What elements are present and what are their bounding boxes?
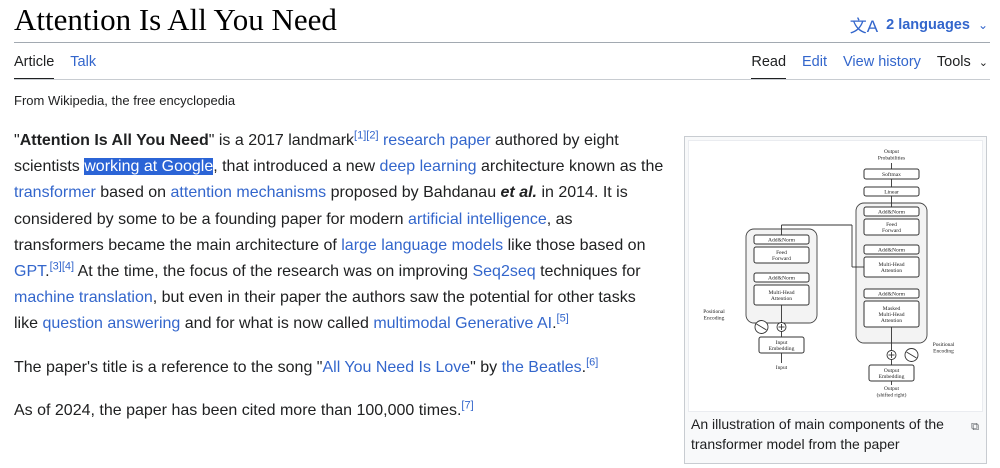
reference-link[interactable]: [7] <box>461 400 473 412</box>
tab-read[interactable]: Read <box>751 54 787 80</box>
link-research-paper[interactable]: research paper <box>383 132 491 149</box>
text: proposed by Bahdanau <box>326 184 501 202</box>
linear-box-label: Linear <box>884 190 899 196</box>
reference-link[interactable]: [6] <box>586 356 598 368</box>
multi-head-attention-box-label: Attention <box>771 296 792 302</box>
input-embedding-box-label: Input <box>776 340 788 346</box>
text: based on <box>95 184 171 202</box>
reference-link[interactable]: [3] <box>50 261 62 273</box>
tools-menu[interactable]: Tools ⌄ <box>937 54 988 80</box>
text: The paper's title is a reference to the … <box>14 358 323 376</box>
text: architecture known as the <box>476 158 664 176</box>
link-gpt[interactable]: GPT <box>14 263 45 280</box>
link-artificial-intelligence[interactable]: artificial intelligence <box>408 211 547 228</box>
figure-caption: An illustration of main components of th… <box>688 412 983 454</box>
chevron-down-icon: ⌄ <box>977 17 988 32</box>
feed-forward-box-label: Forward <box>882 228 901 234</box>
add-norm-box-label: Add&Norm <box>768 238 796 244</box>
masked-attention-box-label: Multi-Head <box>878 312 904 318</box>
link-question-answering[interactable]: question answering <box>42 315 180 332</box>
link-machine-translation[interactable]: machine translation <box>14 289 153 306</box>
link-transformer[interactable]: transformer <box>14 184 96 201</box>
article-body: "Attention Is All You Need" is a 2017 la… <box>14 128 664 441</box>
feed-forward-box-label: Forward <box>772 256 791 262</box>
input-embedding-box-label: Embedding <box>769 346 795 352</box>
link-multimodal-generative-ai[interactable]: multimodal Generative AI <box>373 315 552 332</box>
text: and for what is now called <box>180 315 374 333</box>
tab-view-history[interactable]: View history <box>843 54 921 80</box>
text: like those based on <box>503 236 646 254</box>
reference-link[interactable]: [4] <box>62 261 74 273</box>
tab-talk[interactable]: Talk <box>70 54 96 80</box>
paragraph-intro: "Attention Is All You Need" is a 2017 la… <box>14 129 664 333</box>
masked-attention-box-label: Masked <box>883 306 901 312</box>
feed-forward-box-label: Feed <box>886 222 897 228</box>
figure-thumbnail: Output Probabilities Softmax Linear Add&Norm… <box>684 136 987 464</box>
output-embedding-box-label: Embedding <box>879 374 905 380</box>
reference-link[interactable]: [1] <box>354 130 366 142</box>
text: , that introduced a new <box>213 158 380 176</box>
add-norm-box-label: Add&Norm <box>768 276 796 282</box>
title-divider <box>14 42 990 43</box>
link-the-beatles[interactable]: the Beatles <box>502 359 582 376</box>
tab-article[interactable]: Article <box>14 54 55 80</box>
softmax-box-label: Softmax <box>882 171 901 178</box>
diagram-label: Output <box>884 386 899 392</box>
text: At the time, the focus of the research w… <box>74 263 473 281</box>
diagram-label: (shifted right) <box>877 391 907 398</box>
multi-head-attention-box-label: Multi-Head <box>768 290 794 296</box>
language-icon: 文A <box>849 17 879 36</box>
link-large-language-models[interactable]: large language models <box>341 237 503 254</box>
tabs-divider <box>14 79 990 80</box>
diagram-label: Input <box>776 365 788 371</box>
view-tabs: Read Edit View history Tools ⌄ <box>735 54 988 80</box>
masked-attention-box-label: Attention <box>881 318 902 324</box>
enlarge-icon[interactable]: ⧉ <box>971 417 979 437</box>
diagram-label: Positional <box>933 342 955 348</box>
diagram-label: Probabilities <box>878 155 905 161</box>
diagram-label: Positional <box>703 309 725 315</box>
languages-label: 2 languages <box>886 16 970 33</box>
diagram-label: Encoding <box>704 315 725 321</box>
link-all-you-need-is-love[interactable]: All You Need Is Love <box>322 359 470 376</box>
add-norm-box-label: Add&Norm <box>878 248 906 254</box>
link-attention-mechanisms[interactable]: attention mechanisms <box>171 184 327 201</box>
diagram-label: Encoding <box>933 348 954 354</box>
output-embedding-box-label: Output <box>884 368 900 374</box>
selected-text[interactable]: working at Google <box>84 158 214 176</box>
bold-title: Attention Is All You Need <box>19 132 209 149</box>
paragraph-citations: As of 2024, the paper has been cited mor… <box>14 398 664 424</box>
reference-link[interactable]: [5] <box>557 313 569 325</box>
et-al: et al. <box>500 184 537 202</box>
page-title: Attention Is All You Need <box>14 2 337 37</box>
add-norm-box-label: Add&Norm <box>878 210 906 216</box>
link-deep-learning[interactable]: deep learning <box>380 158 477 175</box>
multi-head-attention-box-label: Multi-Head <box>878 262 904 268</box>
chevron-down-icon: ⌄ <box>978 57 988 69</box>
caption-text: An illustration of main components of th… <box>691 416 944 452</box>
text: " is a 2017 landmark <box>208 132 355 149</box>
diagram-label: Output <box>884 149 899 155</box>
link-seq2seq[interactable]: Seq2seq <box>472 263 535 280</box>
text: As of 2024, the paper has been cited mor… <box>14 401 462 419</box>
tools-label: Tools <box>936 54 971 70</box>
reference-link[interactable]: [2] <box>366 130 378 142</box>
paragraph-title-reference: The paper's title is a reference to the … <box>14 355 664 381</box>
text: techniques for <box>535 263 641 281</box>
add-norm-box-label: Add&Norm <box>878 292 906 298</box>
feed-forward-box-label: Feed <box>776 250 787 256</box>
languages-button[interactable]: 文A 2 languages ⌄ <box>850 12 988 37</box>
transformer-diagram-image[interactable]: Output Probabilities Softmax Linear Add&Norm… <box>688 140 983 412</box>
namespace-tabs: Article Talk <box>14 54 112 80</box>
site-tagline: From Wikipedia, the free encyclopedia <box>14 93 236 108</box>
text: " by <box>470 358 502 376</box>
multi-head-attention-box-label: Attention <box>881 268 902 274</box>
transformer-diagram: OutputProbabilitiesSoftmaxLinearAdd&Norm… <box>703 149 955 398</box>
tab-edit[interactable]: Edit <box>802 54 827 80</box>
